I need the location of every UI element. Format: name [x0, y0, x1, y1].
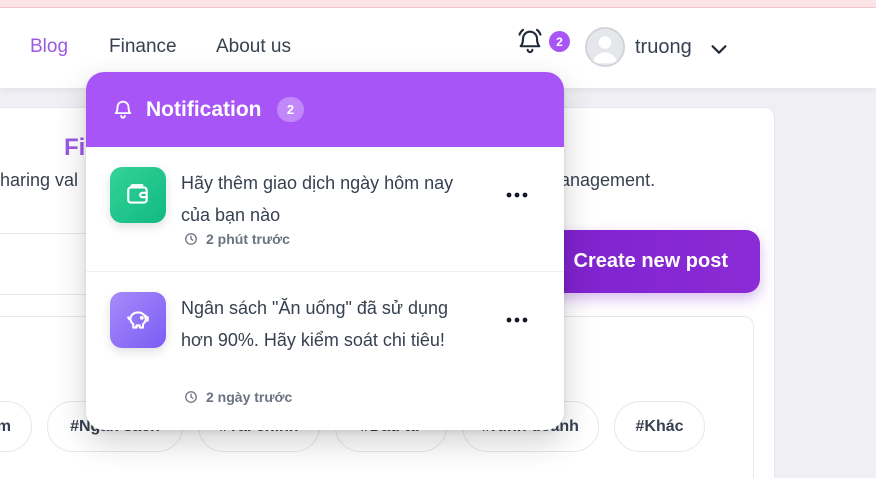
chevron-down-icon[interactable] — [708, 38, 730, 60]
page-title: Fi — [64, 134, 86, 161]
notification-dropdown: Notification 2 Hãy thêm giao dịch ngày h… — [86, 72, 564, 430]
description-text-left: haring val — [0, 170, 79, 190]
avatar[interactable] — [585, 27, 625, 67]
notification-message: Hãy thêm giao dịch ngày hôm nay của bạn … — [181, 173, 454, 225]
notification-time: 2 ngày trước — [184, 389, 292, 405]
username[interactable]: truong — [635, 36, 692, 59]
description-text-right: anagement. — [560, 170, 656, 190]
notification-header: Notification 2 — [86, 72, 564, 147]
bell-icon — [112, 98, 134, 120]
notification-time-text: 2 phút trước — [206, 231, 290, 247]
clock-icon — [185, 233, 197, 245]
piggy-bank-icon — [110, 292, 166, 348]
more-options-icon[interactable] — [506, 185, 528, 198]
notification-item[interactable]: Ngân sách "Ăn uống" đã sử dụng hơn 90%. … — [86, 272, 564, 430]
notification-time-text: 2 ngày trước — [206, 389, 293, 405]
notification-message: Ngân sách "Ăn uống" đã sử dụng hơn 90%. … — [181, 298, 449, 350]
nav-link-finance[interactable]: Finance — [109, 36, 177, 58]
search-input[interactable] — [0, 233, 100, 295]
notification-count-badge: 2 — [277, 97, 304, 122]
notification-title: Notification — [146, 98, 262, 121]
nav-link-about-us[interactable]: About us — [216, 36, 291, 58]
create-new-post-button[interactable]: Create new post — [543, 230, 760, 293]
tag-chip[interactable]: #Khác — [614, 401, 705, 452]
bell-icon[interactable] — [516, 27, 546, 57]
nav-link-blog[interactable]: Blog — [30, 36, 68, 58]
notification-badge: 2 — [549, 31, 570, 52]
notification-time: 2 phút trước — [184, 231, 290, 247]
top-strip — [0, 0, 876, 8]
notification-item[interactable]: Hãy thêm giao dịch ngày hôm nay của bạn … — [86, 147, 564, 272]
more-options-icon[interactable] — [506, 310, 528, 323]
clock-icon — [185, 391, 197, 403]
wallet-icon — [110, 167, 166, 223]
